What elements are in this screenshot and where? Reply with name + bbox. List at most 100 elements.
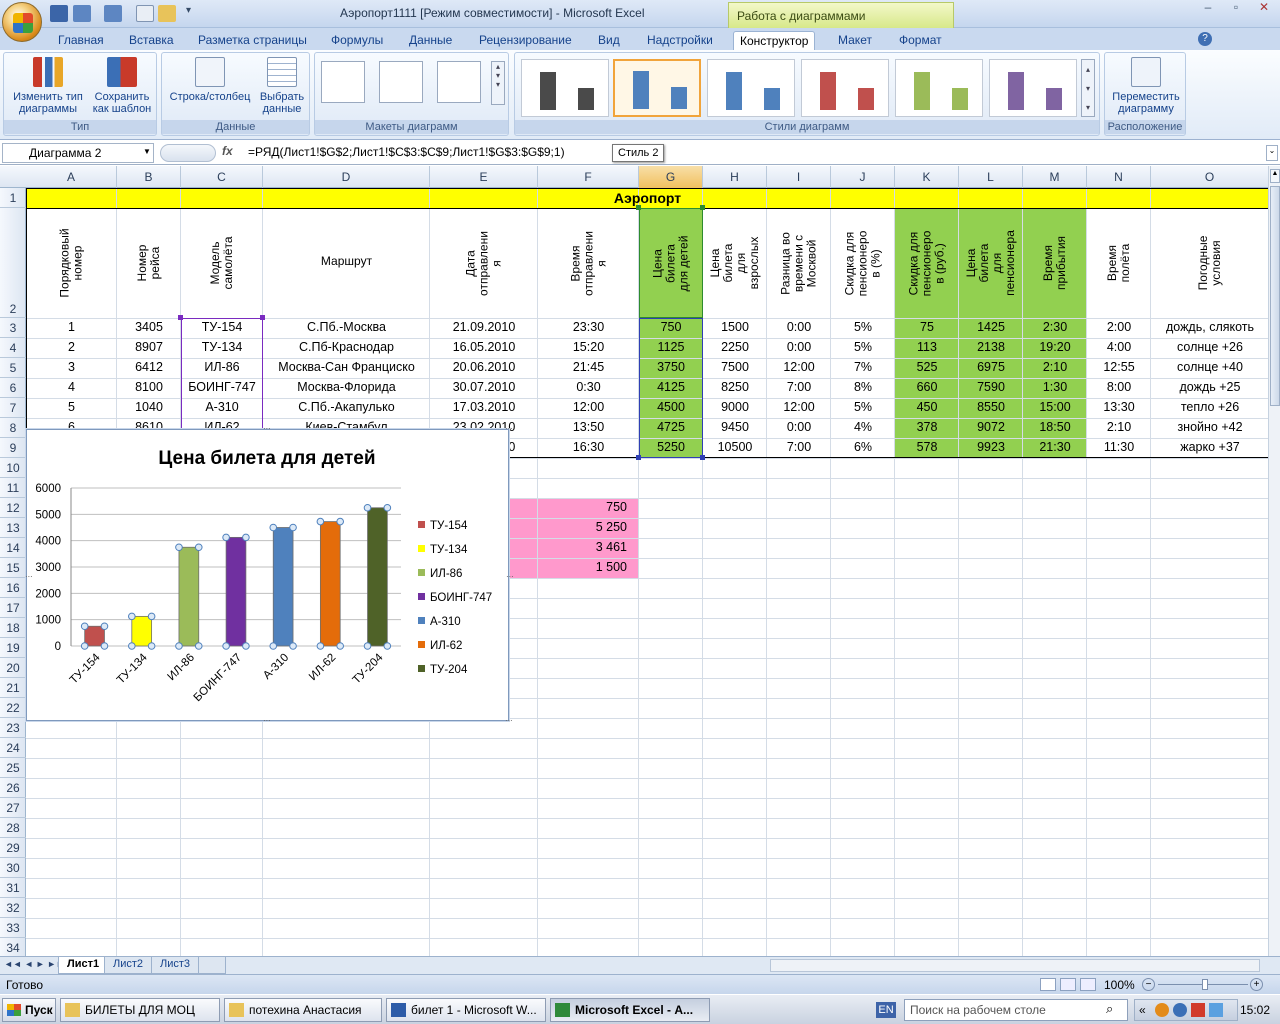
table-cell[interactable]: 2:10 — [1023, 360, 1087, 374]
row-header[interactable]: 26 — [0, 778, 26, 798]
scroll-thumb[interactable] — [1270, 186, 1280, 406]
table-cell[interactable]: 12:00 — [767, 400, 831, 414]
table-cell[interactable]: 12:55 — [1087, 360, 1151, 374]
table-cell[interactable]: 450 — [895, 400, 959, 414]
sheet-tab-2[interactable]: Лист2 — [104, 957, 153, 974]
open-folder-icon[interactable] — [158, 5, 176, 22]
table-cell[interactable]: 30.07.2010 — [430, 380, 538, 394]
close-icon[interactable]: ✕ — [1250, 0, 1278, 16]
tray-antivirus-icon[interactable] — [1191, 1003, 1205, 1017]
table-cell[interactable]: 2 — [26, 340, 117, 354]
table-cell[interactable]: 12:00 — [538, 400, 639, 414]
chart-resize-handle[interactable]: ∙∙∙ — [505, 716, 513, 725]
table-cell[interactable]: 17.03.2010 — [430, 400, 538, 414]
row-header[interactable]: 15 — [0, 558, 26, 578]
tab-design[interactable]: Конструктор — [733, 31, 816, 50]
table-cell[interactable]: 23:30 — [538, 320, 639, 334]
table-cell[interactable]: С.Пб.-Москва — [263, 320, 430, 334]
table-cell[interactable]: 3405 — [117, 320, 181, 334]
table-cell[interactable]: 5% — [831, 400, 895, 414]
sheet-nav-icon[interactable]: ◄◄ ◄ ► ►► — [4, 959, 65, 969]
language-indicator[interactable]: EN — [876, 1002, 896, 1018]
table-cell[interactable]: 6412 — [117, 360, 181, 374]
chart[interactable]: Цена билета для детей 0 1000 2000 3000 4000 50… — [25, 424, 514, 725]
name-box[interactable]: Диаграмма 2 — [2, 143, 154, 163]
zoom-slider[interactable]: − + — [1142, 978, 1264, 991]
row-header[interactable]: 13 — [0, 518, 26, 538]
table-cell[interactable]: 1 — [26, 320, 117, 334]
table-cell[interactable]: Москва-Флорида — [263, 380, 430, 394]
table-cell[interactable]: 2250 — [703, 340, 767, 354]
zoom-thumb[interactable] — [1202, 979, 1208, 990]
table-cell[interactable]: знойно +42 — [1151, 420, 1269, 434]
row-header[interactable]: 10 — [0, 458, 26, 478]
style-6-thumb[interactable] — [989, 59, 1077, 117]
range-handle[interactable] — [700, 205, 705, 210]
table-cell[interactable]: 18:50 — [1023, 420, 1087, 434]
zoom-in-icon[interactable]: + — [1250, 978, 1263, 991]
tab-view[interactable]: Вид — [592, 31, 626, 50]
zoom-level[interactable]: 100% — [1104, 978, 1135, 992]
tab-home[interactable]: Главная — [52, 31, 110, 50]
tray-app-icon[interactable] — [1155, 1003, 1169, 1017]
column-header[interactable]: B — [117, 166, 181, 188]
table-cell[interactable]: 2:00 — [1087, 320, 1151, 334]
table-cell[interactable]: 15:00 — [1023, 400, 1087, 414]
table-cell[interactable]: 16.05.2010 — [430, 340, 538, 354]
table-cell[interactable]: 8% — [831, 380, 895, 394]
start-button[interactable]: Пуск — [2, 998, 56, 1022]
table-cell[interactable]: солнце +40 — [1151, 360, 1269, 374]
task-excel[interactable]: Microsoft Excel - А... — [550, 998, 710, 1022]
redo-icon[interactable] — [104, 5, 122, 22]
select-data-button[interactable]: Выбрать данные — [256, 57, 308, 115]
table-cell[interactable]: 2138 — [959, 340, 1023, 354]
table-cell[interactable]: 378 — [895, 420, 959, 434]
table-cell[interactable]: 20.06.2010 — [430, 360, 538, 374]
tab-layout[interactable]: Макет — [832, 31, 878, 50]
table-cell[interactable]: 7:00 — [767, 440, 831, 454]
table-cell[interactable]: 7500 — [703, 360, 767, 374]
row-header[interactable]: 23 — [0, 718, 26, 738]
layout-2-thumb[interactable] — [379, 61, 423, 103]
table-cell[interactable]: 8250 — [703, 380, 767, 394]
tray-volume-icon[interactable] — [1209, 1003, 1223, 1017]
insert-sheet-icon[interactable] — [198, 957, 226, 974]
chart-resize-handle[interactable]: ∙∙∙ — [505, 424, 513, 433]
column-header[interactable]: C — [181, 166, 263, 188]
tab-addins[interactable]: Надстройки — [641, 31, 719, 50]
range-handle[interactable] — [178, 315, 183, 320]
style-5-thumb[interactable] — [895, 59, 983, 117]
table-cell[interactable]: 8550 — [959, 400, 1023, 414]
expand-formula-icon[interactable]: ⌄ — [1266, 145, 1278, 161]
table-cell[interactable]: 21.09.2010 — [430, 320, 538, 334]
save-icon[interactable] — [50, 5, 68, 22]
layouts-more-icon[interactable]: ▴ ▾ ▾ — [491, 61, 505, 105]
table-cell[interactable]: 3 — [26, 360, 117, 374]
row-header[interactable]: 18 — [0, 618, 26, 638]
task-word[interactable]: билет 1 - Microsoft W... — [386, 998, 546, 1022]
tab-insert[interactable]: Вставка — [123, 31, 180, 50]
tab-formulas[interactable]: Формулы — [325, 31, 389, 50]
vertical-scrollbar[interactable]: ▲ — [1268, 166, 1280, 956]
range-handle[interactable] — [260, 315, 265, 320]
table-cell[interactable]: 15:20 — [538, 340, 639, 354]
normal-view-icon[interactable] — [1040, 978, 1056, 991]
page-layout-view-icon[interactable] — [1060, 978, 1076, 991]
row-header[interactable]: 33 — [0, 918, 26, 938]
table-cell[interactable]: 660 — [895, 380, 959, 394]
save-template-button[interactable]: Сохранить как шаблон — [88, 57, 156, 115]
table-cell[interactable]: 6975 — [959, 360, 1023, 374]
row-header[interactable]: 6 — [0, 378, 26, 398]
table-cell[interactable]: 8907 — [117, 340, 181, 354]
scroll-up-icon[interactable]: ▲ — [1270, 169, 1280, 183]
column-header[interactable]: A — [26, 166, 117, 188]
layout-3-thumb[interactable] — [437, 61, 481, 103]
column-header[interactable]: M — [1023, 166, 1087, 188]
table-cell[interactable]: 75 — [895, 320, 959, 334]
table-cell[interactable]: 578 — [895, 440, 959, 454]
column-header[interactable]: E — [430, 166, 538, 188]
row-header[interactable]: 4 — [0, 338, 26, 358]
restore-icon[interactable]: ▫ — [1222, 0, 1250, 16]
tab-review[interactable]: Рецензирование — [473, 31, 578, 50]
table-cell[interactable]: тепло +26 — [1151, 400, 1269, 414]
